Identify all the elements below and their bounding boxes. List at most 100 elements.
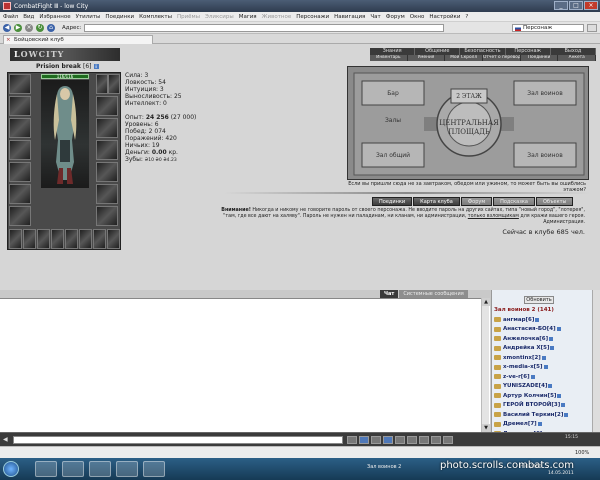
chat-tab[interactable]: Чат [380,290,399,298]
scroll-down-icon[interactable]: ▼ [482,424,490,432]
slot-shield[interactable] [96,162,118,182]
floor-map[interactable]: 2 ЭТАЖ ЦЕНТРАЛЬНАЯ ПЛОЩАДЬ Бар Зал воино… [347,66,589,180]
chat-smiles-icon[interactable] [371,436,381,444]
action-button[interactable]: Форум [460,197,493,206]
player-row[interactable]: Артур Колчин[5] [494,391,592,401]
menu-item[interactable]: Магия [239,14,257,20]
player-info-icon[interactable] [557,393,562,398]
slot-boots-left[interactable] [9,206,31,226]
player-private-icon[interactable] [494,364,501,370]
menu-item[interactable]: Поединки [105,14,134,20]
slot-weapon-right[interactable] [96,140,118,160]
taskbar-combatfight-icon[interactable] [143,461,165,477]
close-button[interactable]: × [584,1,598,10]
chat-sound-icon[interactable] [431,436,441,444]
action-button[interactable]: Поединки [372,197,413,206]
chat-arrow-icon[interactable]: ◀ [3,436,11,444]
player-private-icon[interactable] [494,326,501,332]
player-info-icon[interactable] [556,327,561,332]
map-label-bar[interactable]: Бар [387,90,399,97]
top-nav-item[interactable]: Персонаж [506,48,551,55]
player-private-icon[interactable] [494,345,501,351]
taskbar-explorer-icon[interactable] [35,461,57,477]
player-name[interactable]: Андрейка X[5] [503,345,549,351]
player-info-icon[interactable] [543,365,548,370]
player-row[interactable]: Дремел[7] [494,420,592,430]
slot-bag-4[interactable] [51,229,64,249]
slot-bag-1[interactable] [9,229,22,249]
map-label-halls[interactable]: Залы [385,117,401,124]
menu-item[interactable]: Комплекты [139,14,172,20]
players-scrollbar[interactable] [592,290,600,432]
sub-nav-item[interactable]: Отчет о переводах [483,55,521,61]
menu-item[interactable]: Навигация [334,14,365,20]
refresh-icon[interactable]: ↻ [36,23,44,32]
slot-bag-5[interactable] [65,229,78,249]
slot-amulet[interactable] [9,118,31,138]
player-info-icon[interactable] [561,403,566,408]
player-private-icon[interactable] [494,383,501,389]
address-input[interactable] [84,23,445,32]
player-private-icon[interactable] [494,336,501,342]
search-go-button[interactable] [587,24,597,32]
search-input[interactable]: Персонаж [512,24,584,32]
map-label-square-2[interactable]: ПЛОЩАДЬ [448,128,490,136]
slot-bag-8[interactable] [107,229,120,249]
player-name[interactable]: ГЕРОЙ ВТОРОЙ[3] [503,402,560,408]
maximize-button[interactable]: □ [569,1,583,10]
sub-nav-item[interactable]: Умения [408,55,446,61]
back-icon[interactable]: ◀ [3,23,11,32]
map-label-warriors-hall-2[interactable]: Зал воинов [527,152,563,159]
player-name[interactable]: Анжелочка[6] [503,336,548,342]
player-name[interactable]: Артур Колчин[5] [503,393,556,399]
refresh-button[interactable]: Обновить [524,296,554,304]
map-label-square-1[interactable]: ЦЕНТРАЛЬНАЯ [439,119,499,127]
menu-item[interactable]: Настройки [429,14,460,20]
player-row[interactable]: ГЕРОЙ ВТОРОЙ[3] [494,401,592,411]
chat-send-icon[interactable] [347,436,357,444]
player-row[interactable]: YUNISZADE[4] [494,382,592,392]
warning-link[interactable]: только взломщикам [468,214,519,219]
taskbar-media-icon[interactable] [62,461,84,477]
slot-helmet[interactable] [9,74,31,94]
player-info-icon[interactable] [530,374,535,379]
player-name[interactable]: YUNISZADE[4] [503,383,547,389]
player-name[interactable]: z-ve-r[6] [503,374,530,380]
slot-weapon-left[interactable] [9,140,31,160]
slot-bag-3[interactable] [37,229,50,249]
player-name[interactable]: x-media-x[5] [503,364,543,370]
player-private-icon[interactable] [494,317,501,323]
player-private-icon[interactable] [494,421,501,427]
slot-armor[interactable] [9,162,31,182]
player-row[interactable]: Анжелочка[6] [494,334,592,344]
stop-icon[interactable]: × [25,23,33,32]
slot-bag-7[interactable] [93,229,106,249]
menu-item[interactable]: Вид [23,14,34,20]
chat-clear-icon[interactable] [359,436,369,444]
slot-ring-1[interactable] [96,74,108,94]
player-info-icon[interactable] [535,317,540,322]
slot-gloves[interactable] [96,96,118,116]
forward-icon[interactable]: ▶ [14,23,22,32]
player-row[interactable]: Анастасия-БО[4] [494,325,592,335]
action-button[interactable]: Подсказка [493,197,535,206]
menu-item[interactable]: Утилиты [76,14,101,20]
action-button[interactable]: Карта клуба [413,197,460,206]
tab-close-icon[interactable]: × [6,36,11,44]
player-row[interactable]: z-ve-r[6] [494,372,592,382]
map-label-floor2[interactable]: 2 ЭТАЖ [456,93,482,100]
scroll-up-icon[interactable]: ▲ [482,298,490,306]
map-label-common-hall[interactable]: Зал общий [376,152,410,159]
player-name[interactable]: Василий Теркин[2] [503,412,563,418]
slot-leggings[interactable] [96,184,118,204]
player-info-icon[interactable] [537,422,542,427]
player-info-icon[interactable] [548,384,553,389]
player-private-icon[interactable] [494,412,501,418]
slot-boots[interactable] [96,206,118,226]
top-nav-item[interactable]: Безопасность [460,48,506,55]
player-private-icon[interactable] [494,355,501,361]
sub-nav-item[interactable]: Инвентарь [370,55,408,61]
chat-input[interactable] [13,436,343,444]
chat-settings-icon[interactable] [395,436,405,444]
menu-item[interactable]: Чат [370,14,380,20]
